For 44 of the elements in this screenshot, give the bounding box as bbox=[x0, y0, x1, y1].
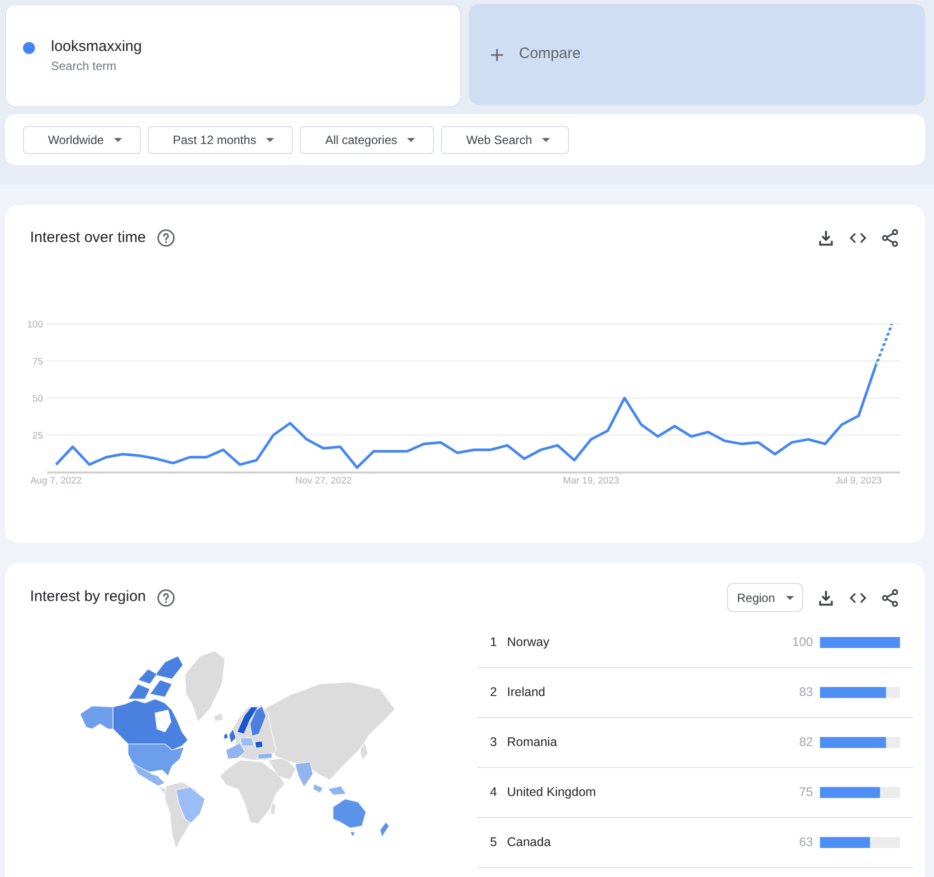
card-title: Interest over time bbox=[30, 228, 146, 248]
caret-icon bbox=[542, 138, 550, 142]
interest-value: 82 bbox=[799, 734, 813, 752]
caret-icon bbox=[407, 138, 416, 142]
plus-icon bbox=[491, 48, 503, 60]
x-axis-label: Aug 7, 2022 bbox=[30, 476, 82, 486]
search-term-label: Search term bbox=[51, 59, 118, 74]
region-name[interactable]: Norway bbox=[507, 633, 792, 652]
rank-number: 2 bbox=[490, 684, 498, 702]
filter-dropdown[interactable]: Worldwide bbox=[23, 126, 141, 154]
caret-icon bbox=[266, 138, 274, 142]
caret-icon bbox=[786, 596, 794, 600]
rank-number: 3 bbox=[490, 734, 498, 752]
x-axis-label: Mar 19, 2023 bbox=[563, 476, 620, 486]
share-icon[interactable] bbox=[880, 228, 900, 248]
interest-value: 100 bbox=[792, 634, 813, 652]
region-name[interactable]: Canada bbox=[507, 833, 800, 852]
y-axis-label: 25 bbox=[32, 430, 43, 442]
region-name[interactable]: Romania bbox=[507, 733, 800, 752]
compare-button[interactable]: Compare bbox=[469, 4, 925, 105]
dropdown-button[interactable]: Region bbox=[727, 583, 803, 612]
help-icon[interactable] bbox=[156, 588, 175, 606]
card-title: Interest by region bbox=[30, 587, 146, 608]
help-icon[interactable] bbox=[156, 229, 175, 247]
filter-dropdown[interactable]: All categories bbox=[300, 126, 434, 154]
rank-number: 5 bbox=[490, 834, 498, 852]
share-icon[interactable] bbox=[880, 588, 900, 608]
rank-number: 4 bbox=[490, 784, 498, 802]
search-term-card[interactable]: looksmaxxing Search term bbox=[5, 4, 461, 107]
interest-value: 63 bbox=[799, 834, 813, 852]
interest-value: 83 bbox=[799, 684, 813, 702]
y-axis-label: 100 bbox=[27, 319, 43, 330]
x-axis-label: Nov 27, 2022 bbox=[295, 476, 352, 486]
y-axis-label: 50 bbox=[32, 393, 43, 404]
interest-value: 75 bbox=[799, 784, 813, 802]
filter-dropdown[interactable]: Web Search bbox=[441, 126, 570, 154]
y-axis-label: 75 bbox=[32, 356, 43, 368]
filter-dropdown[interactable]: Past 12 months bbox=[148, 126, 294, 154]
rank-number: 1 bbox=[490, 634, 498, 652]
caret-icon bbox=[114, 138, 122, 142]
search-term: looksmaxxing bbox=[51, 38, 142, 56]
region-name[interactable]: Ireland bbox=[507, 683, 800, 702]
region-name[interactable]: United Kingdom bbox=[507, 783, 800, 802]
x-axis-label: Jul 9, 2023 bbox=[835, 476, 882, 486]
